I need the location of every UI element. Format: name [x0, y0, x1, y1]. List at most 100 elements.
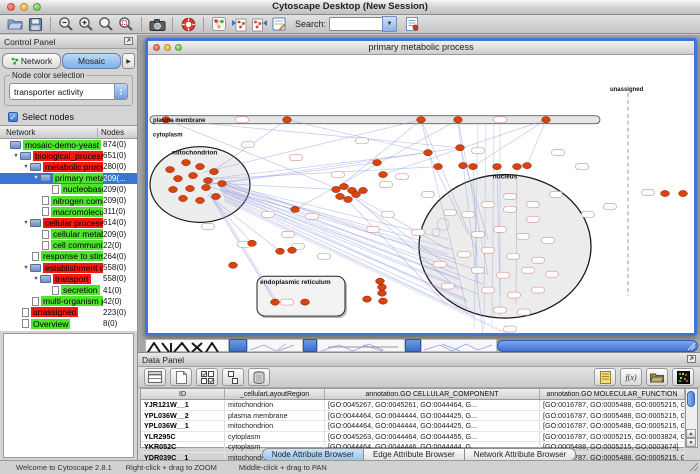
import-attributes-folder-icon[interactable] [646, 368, 668, 386]
network-node[interactable] [179, 195, 188, 201]
network-node[interactable] [378, 290, 387, 296]
network-node[interactable] [373, 160, 382, 166]
network-node-label[interactable] [458, 251, 471, 257]
network-node-label[interactable] [367, 226, 380, 232]
network-node-label[interactable] [442, 283, 455, 289]
tree-item[interactable]: ▼biological_process651(0) [0, 150, 137, 161]
new-attribute-icon[interactable] [170, 368, 192, 386]
table-cell[interactable]: [GO:0016787, GO:0005488, GO:0005215, G..… [540, 411, 685, 421]
table-cell[interactable]: [GO:0044464, GO:0044444, GO:0044425, G..… [325, 421, 540, 431]
network-node[interactable] [182, 160, 191, 166]
disclosure-triangle-icon[interactable]: ▼ [32, 175, 40, 181]
network-node-label[interactable] [518, 309, 531, 315]
table-cell[interactable]: [GO:0016787, GO:0005488, GO:0005215, G..… [540, 421, 685, 431]
delete-attribute-icon[interactable] [248, 368, 270, 386]
tab-mosaic[interactable]: Mosaic [62, 53, 121, 69]
import-network-icon[interactable] [229, 15, 249, 33]
table-cell[interactable]: [GO:0045263, GO:0044464, GO:0044455, G..… [325, 432, 540, 442]
network-node[interactable] [379, 171, 388, 177]
background-window-fragment[interactable] [405, 339, 421, 352]
background-window-fragment[interactable] [317, 339, 405, 352]
network-node[interactable] [332, 186, 341, 192]
compartment-plasma-membrane[interactable] [150, 116, 600, 124]
table-row[interactable]: YPL036W__2plasma membrane[GO:0044464, GO… [141, 411, 685, 422]
table-cell[interactable]: [GO:0016787, GO:0005215, GO:0003824, G..… [540, 432, 685, 442]
background-window-fragment[interactable] [247, 339, 303, 352]
network-node[interactable] [513, 164, 522, 170]
network-node[interactable] [229, 262, 238, 268]
table-cell[interactable]: [GO:0016787, GO:0005488, GO:0005215, G..… [540, 400, 685, 410]
network-node[interactable] [169, 186, 178, 192]
scroll-down-icon[interactable]: ▼ [686, 438, 696, 447]
table-cell[interactable]: mitochondrion [225, 400, 325, 410]
network-node-label[interactable] [494, 226, 507, 232]
tree-item[interactable]: multi-organism pro42(0) [0, 296, 137, 307]
network-node-label[interactable] [504, 194, 517, 200]
network-node-label[interactable] [462, 211, 475, 217]
table-column-header[interactable]: _cellularLayoutRegion [225, 389, 325, 399]
network-node[interactable] [424, 150, 433, 156]
network-node[interactable] [542, 117, 551, 123]
network-node[interactable] [288, 247, 297, 253]
node-color-dropdown[interactable]: transporter activity ▲▼ [9, 83, 128, 100]
network-node[interactable] [166, 166, 175, 172]
network-node[interactable] [379, 298, 388, 304]
network-node-label[interactable] [517, 233, 530, 239]
network-node[interactable] [523, 163, 532, 169]
network-node[interactable] [301, 299, 310, 305]
network-node-label[interactable] [382, 211, 395, 217]
network-node-label[interactable] [504, 206, 517, 212]
tree-item[interactable]: secretion41(0) [0, 284, 137, 295]
network-node[interactable] [189, 172, 198, 178]
table-column-header[interactable]: annotation.GO MOLECULAR_FUNCTION [540, 389, 685, 399]
float-panel-icon[interactable] [124, 37, 133, 47]
network-node-label[interactable] [282, 231, 295, 237]
network-node-label[interactable] [507, 253, 520, 259]
select-nodes-checkbox[interactable]: ✓ [8, 112, 18, 122]
table-cell[interactable]: plasma membrane [225, 411, 325, 421]
scroll-up-icon[interactable]: ▲ [686, 429, 696, 438]
network-node-label[interactable] [434, 261, 447, 267]
tree-column-network[interactable]: Network [0, 128, 97, 137]
tree-item[interactable]: cellular metabo209(0) [0, 229, 137, 240]
network-node-label[interactable] [504, 326, 517, 332]
network-node-label[interactable] [202, 223, 215, 229]
network-node-label[interactable] [482, 201, 495, 207]
table-cell[interactable]: YPL036W__2 [141, 411, 225, 421]
network-node-label[interactable] [396, 174, 409, 180]
network-node-label[interactable] [494, 307, 507, 313]
disclosure-triangle-icon[interactable]: ▼ [22, 265, 30, 271]
float-panel-icon[interactable] [687, 355, 696, 365]
disclosure-triangle-icon[interactable]: ▼ [12, 153, 20, 159]
network-node-label[interactable] [508, 292, 521, 298]
scrollbar-thumb[interactable] [687, 391, 695, 407]
network-node-label[interactable] [380, 182, 393, 188]
open-icon[interactable] [5, 15, 25, 33]
network-node-label[interactable] [290, 155, 303, 161]
tree-item[interactable]: ▼establishment of lo558(0) [0, 262, 137, 273]
network-node[interactable] [434, 164, 443, 170]
network-node-label[interactable] [356, 138, 369, 144]
network-node[interactable] [661, 190, 670, 196]
network-node-label[interactable] [604, 203, 617, 209]
table-cell[interactable]: mitochondrion [225, 421, 325, 431]
network-node[interactable] [291, 206, 300, 212]
unselect-attributes-icon[interactable] [222, 368, 244, 386]
table-cell[interactable]: YJR121W__1 [141, 400, 225, 410]
formula-icon[interactable]: f(x) [620, 368, 642, 386]
background-window-fragment[interactable] [303, 339, 317, 352]
table-cell[interactable]: [GO:0045267, GO:0045261, GO:0044464, G..… [325, 400, 540, 410]
network-node-label[interactable] [236, 117, 249, 123]
background-window-fragment[interactable] [497, 340, 698, 352]
network-node-label[interactable] [494, 117, 507, 123]
network-node[interactable] [202, 184, 211, 190]
network-node-label[interactable] [482, 287, 495, 293]
network-node-label[interactable] [262, 211, 275, 217]
table-row[interactable]: YLR295Ccytoplasm[GO:0045263, GO:0044464,… [141, 432, 685, 443]
zoom-in-icon[interactable] [76, 15, 96, 33]
export-network-icon[interactable] [249, 15, 269, 33]
network-node-label[interactable] [582, 211, 595, 217]
network-node[interactable] [456, 145, 465, 151]
network-node-label[interactable] [522, 267, 535, 273]
tree-item[interactable]: ▼metabolic process280(0) [0, 161, 137, 172]
